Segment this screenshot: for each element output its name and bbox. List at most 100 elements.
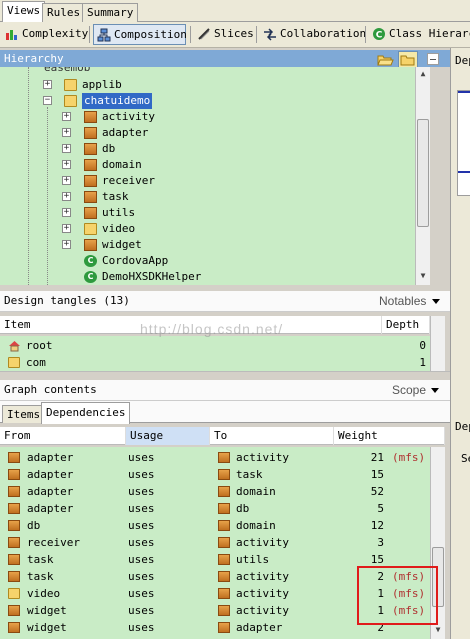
bar-chart-icon [5, 27, 19, 41]
tree-item[interactable]: adapter [84, 125, 384, 141]
collaboration-button[interactable]: Collaboration [260, 24, 366, 45]
slices-button[interactable]: Slices [194, 24, 254, 45]
package-icon [218, 486, 230, 497]
tree-item[interactable]: C CordovaApp [84, 253, 384, 269]
package-icon [218, 605, 230, 616]
class-hierarchy-button[interactable]: C Class Hierarc [369, 24, 470, 45]
tab-items[interactable]: Items [2, 405, 46, 423]
expand-toggle[interactable]: − [43, 96, 52, 105]
table-row[interactable]: adapter uses activity 21 (mfs) [0, 449, 430, 466]
notables-dropdown[interactable]: Notables [379, 291, 426, 311]
class-icon: C [84, 271, 97, 283]
folder-icon [84, 223, 97, 235]
package-icon [84, 159, 97, 171]
expand-toggle[interactable]: + [62, 224, 71, 233]
tree-item-label: db [102, 142, 116, 155]
expand-toggle[interactable]: + [62, 192, 71, 201]
tree-item[interactable]: activity [84, 109, 384, 125]
scroll-up-arrow[interactable]: ▲ [416, 67, 430, 81]
dep-usage: uses [128, 536, 155, 549]
dep-to: db [236, 502, 250, 515]
expand-toggle[interactable]: + [62, 176, 71, 185]
table-row[interactable]: root 0 [0, 337, 430, 354]
tab-dependencies[interactable]: Dependencies [41, 402, 131, 424]
col-to[interactable]: To [210, 427, 334, 445]
dep-to: domain [236, 519, 276, 532]
package-icon [218, 537, 230, 548]
col-weight[interactable]: Weight [334, 427, 445, 445]
table-row[interactable]: com 1 [0, 354, 430, 371]
tree-item[interactable]: task [84, 189, 384, 205]
tab-rules[interactable]: Rules [42, 3, 86, 22]
expand-toggle[interactable]: + [62, 112, 71, 121]
svg-text:C: C [376, 31, 383, 41]
package-icon [218, 469, 230, 480]
dep-weight: 3 [377, 536, 384, 549]
tree-scroll-thumb[interactable] [417, 119, 429, 227]
dep-weight: 21 [370, 451, 384, 464]
watermark-text: http://blog.csdn.net/ [140, 321, 284, 337]
dep-from: adapter [27, 451, 74, 464]
tab-views[interactable]: Views [2, 1, 46, 22]
splitter-2[interactable] [0, 371, 450, 380]
graph-sub-tabs: Items Dependencies [0, 401, 450, 424]
tree-item[interactable]: db [84, 141, 384, 157]
tab-summary[interactable]: Summary [82, 3, 139, 22]
col-from[interactable]: From [0, 427, 126, 445]
tree-item[interactable]: receiver [84, 173, 384, 189]
package-icon [8, 622, 20, 633]
table-row[interactable]: adapter uses task 15 [0, 466, 430, 483]
tree-item[interactable]: video [84, 221, 384, 237]
expand-toggle[interactable]: + [62, 160, 71, 169]
tree-item[interactable]: chatuidemo [64, 93, 364, 109]
chevron-down-icon[interactable] [432, 299, 440, 304]
tree-scrollbar[interactable]: ▲ ▼ [415, 67, 430, 285]
tree-item-label: widget [102, 238, 142, 251]
right-panel-partial: Se [461, 452, 470, 465]
package-icon [8, 520, 20, 531]
expand-toggle[interactable]: + [62, 208, 71, 217]
dep-to: task [236, 468, 263, 481]
tree-item[interactable]: utils [84, 205, 384, 221]
scope-dropdown[interactable]: Scope [392, 380, 426, 400]
dep-usage: uses [128, 621, 155, 634]
hierarchy-tree: easemob + applib − chatuidemo + activity + adap… [0, 67, 430, 285]
dep-to: activity [236, 570, 289, 583]
table-row[interactable]: adapter uses db 5 [0, 500, 430, 517]
expand-toggle[interactable]: + [62, 144, 71, 153]
scroll-down-arrow[interactable]: ▼ [416, 269, 430, 283]
tree-item[interactable]: applib [64, 77, 364, 93]
col-usage[interactable]: Usage [126, 427, 210, 445]
tangles-scrollbar[interactable] [430, 316, 445, 371]
expand-toggle[interactable]: + [62, 240, 71, 249]
tree-item[interactable]: domain [84, 157, 384, 173]
tree-item-label: applib [82, 78, 122, 91]
complexity-label: Complexity [22, 27, 89, 40]
table-row[interactable]: adapter uses domain 52 [0, 483, 430, 500]
tree-item-label: task [102, 190, 129, 203]
dep-from: receiver [27, 536, 80, 549]
expand-toggle[interactable]: + [43, 80, 52, 89]
right-panel-label: Dep [455, 54, 470, 67]
tree-item-label: activity [102, 110, 155, 123]
table-row[interactable]: db uses domain 12 [0, 517, 430, 534]
composition-button[interactable]: Composition [93, 24, 187, 45]
dep-from: task [27, 553, 54, 566]
dep-usage: uses [128, 519, 155, 532]
package-icon [8, 469, 20, 480]
right-panel-preview [457, 90, 470, 196]
tangle-depth: 0 [419, 339, 426, 352]
expand-toggle[interactable]: + [62, 128, 71, 137]
tree-item[interactable]: widget [84, 237, 384, 253]
table-row[interactable]: receiver uses activity 3 [0, 534, 430, 551]
scroll-down-arrow[interactable]: ▼ [431, 623, 445, 637]
chevron-down-icon[interactable] [431, 388, 439, 393]
package-icon [218, 588, 230, 599]
dep-to: activity [236, 587, 289, 600]
open-folder-icon [377, 55, 394, 66]
col-depth[interactable]: Depth [382, 316, 430, 334]
slices-icon [197, 27, 211, 41]
tree-item[interactable]: C DemoHXSDKHelper [84, 269, 384, 285]
complexity-button[interactable]: Complexity [2, 24, 88, 45]
minimize-panel-button[interactable] [427, 53, 439, 65]
